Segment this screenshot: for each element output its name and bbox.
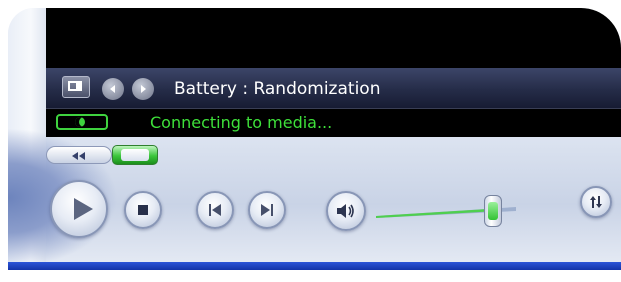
status-text: Connecting to media... [150, 113, 333, 132]
bottom-edge [8, 262, 621, 270]
stop-button[interactable] [124, 191, 162, 229]
next-track-icon [261, 204, 273, 216]
info-bar: Battery : Randomization [46, 68, 621, 108]
switch-mode-icon [590, 196, 602, 208]
previous-track-icon [209, 204, 221, 216]
next-track-button[interactable] [248, 191, 286, 229]
rewind-button[interactable] [46, 146, 112, 164]
right-arrow-icon[interactable] [132, 78, 154, 100]
play-button[interactable] [50, 180, 108, 238]
video-display-area [46, 8, 621, 68]
play-icon [74, 198, 93, 220]
rewind-icon [72, 152, 85, 160]
media-title: Battery : Randomization [174, 79, 381, 99]
mute-button[interactable] [326, 191, 366, 231]
media-player-window: Battery : Randomization Connecting to me… [8, 8, 621, 270]
seek-slider-thumb[interactable] [112, 145, 158, 165]
switch-mode-button[interactable] [580, 186, 612, 218]
connection-status-icon [56, 114, 108, 130]
speaker-icon [337, 204, 354, 218]
transport-controls [46, 176, 621, 246]
left-arrow-icon[interactable] [102, 78, 124, 100]
seek-bar[interactable] [46, 144, 621, 166]
stop-icon [138, 205, 148, 215]
volume-slider-thumb[interactable] [484, 195, 502, 227]
status-bar: Connecting to media... [46, 108, 621, 137]
mini-view-icon[interactable] [62, 76, 90, 98]
previous-track-button[interactable] [196, 191, 234, 229]
